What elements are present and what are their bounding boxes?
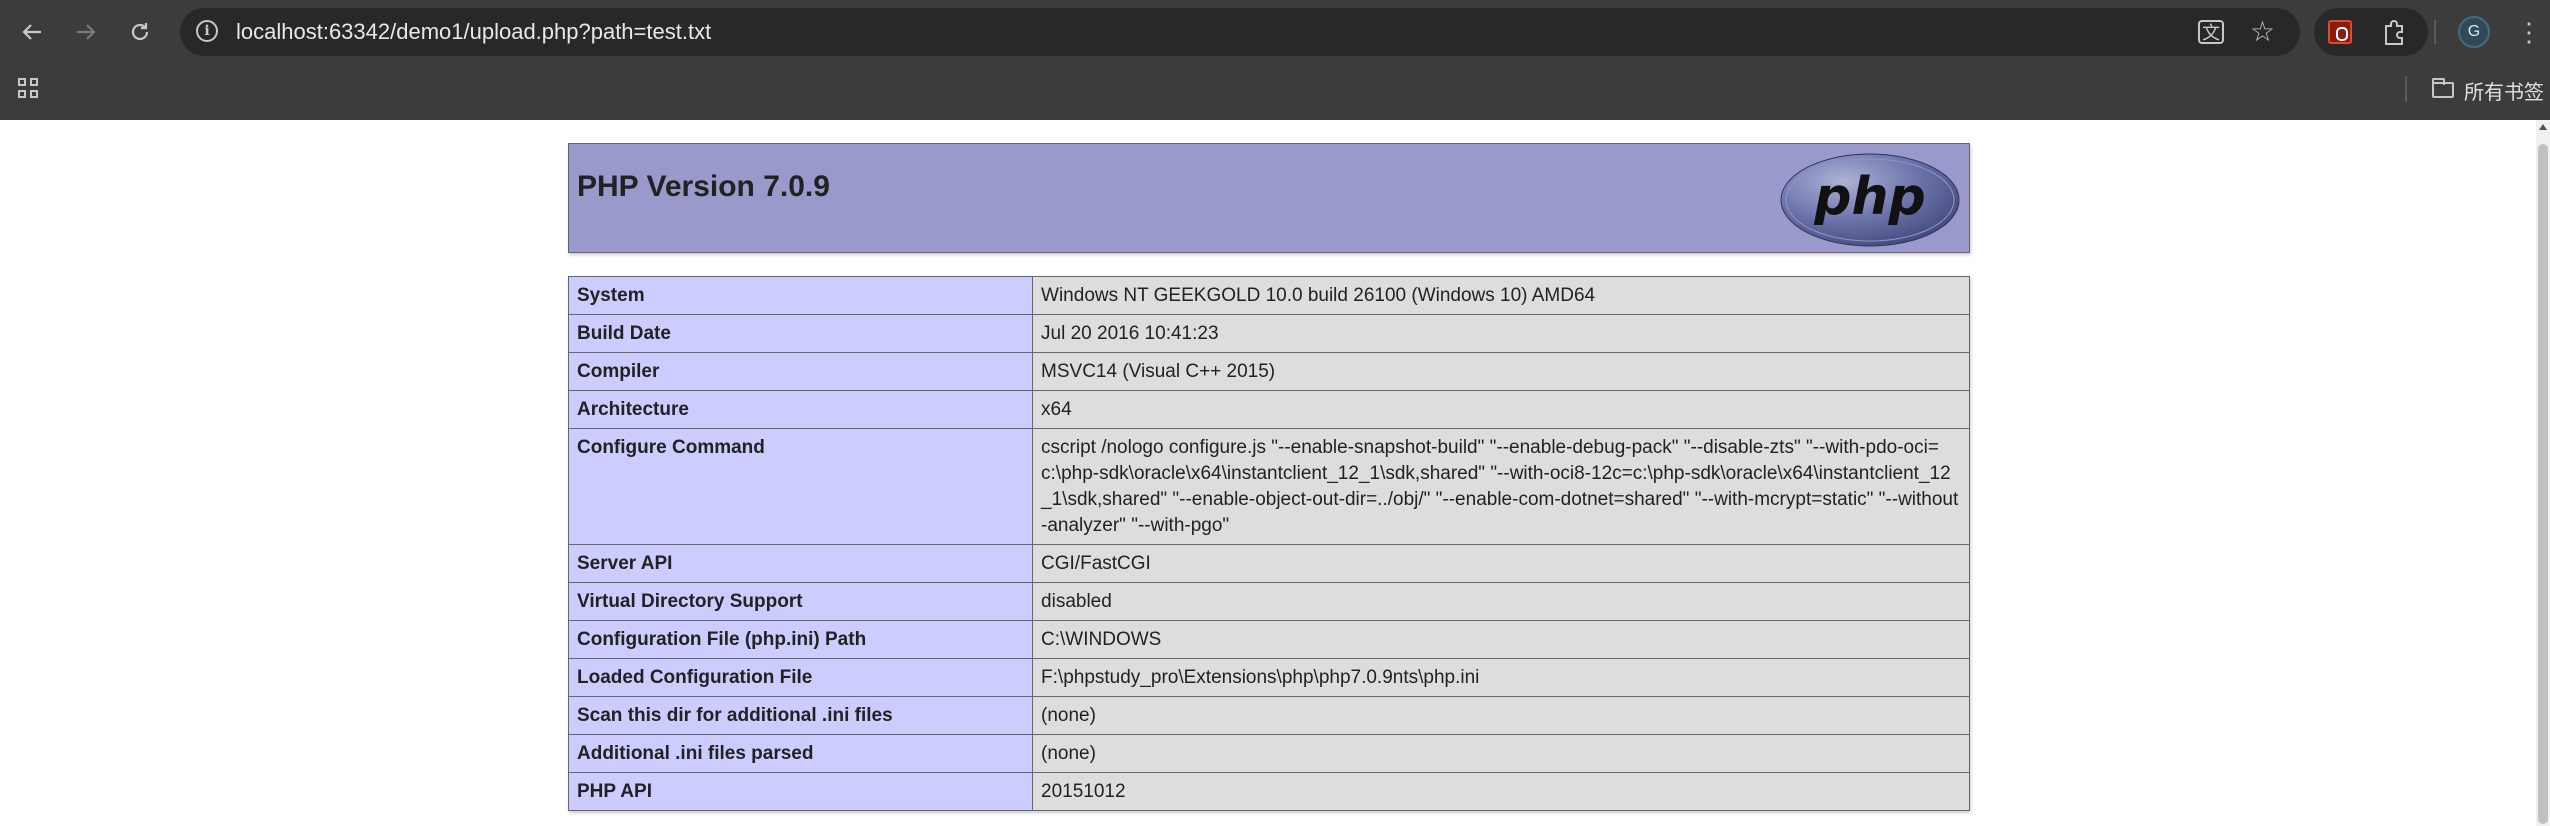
table-row: Configuration File (php.ini) Path C:\WIND… [567, 620, 1970, 659]
profile-avatar[interactable]: G [2458, 16, 2490, 48]
table-row: Server API CGI/FastCGI [567, 544, 1970, 583]
table-row: Additional .ini files parsed (none) [567, 734, 1970, 773]
row-value: MSVC14 (Visual C++ 2015) [1032, 352, 1970, 391]
row-value: CGI/FastCGI [1032, 544, 1970, 583]
row-value: C:\WINDOWS [1032, 620, 1970, 659]
row-value: x64 [1032, 390, 1970, 429]
all-bookmarks-button[interactable]: 所有书签 [2432, 72, 2544, 108]
row-key: Architecture [567, 390, 1034, 429]
row-value: F:\phpstudy_pro\Extensions\php\php7.0.9n… [1032, 658, 1970, 697]
browser-chrome: i localhost:63342/demo1/upload.php?path=… [0, 0, 2550, 120]
row-key: Configuration File (php.ini) Path [567, 620, 1034, 659]
row-value: Jul 20 2016 10:41:23 [1032, 314, 1970, 353]
row-key: Server API [567, 544, 1034, 583]
php-logo[interactable]: php [1779, 152, 1961, 248]
reload-button[interactable] [122, 14, 158, 50]
table-row: Loaded Configuration File F:\phpstudy_pro… [567, 658, 1970, 697]
row-value: 20151012 [1032, 772, 1970, 811]
reload-icon [131, 23, 149, 41]
row-key: Loaded Configuration File [567, 658, 1034, 697]
row-key: Build Date [567, 314, 1034, 353]
all-bookmarks-label: 所有书签 [2464, 81, 2544, 104]
row-value: cscript /nologo configure.js "--enable-s… [1032, 428, 1970, 545]
table-row: PHP API 20151012 [567, 772, 1970, 811]
apps-grid-icon[interactable] [18, 78, 40, 100]
back-button[interactable] [14, 14, 50, 50]
row-key: Compiler [567, 352, 1034, 391]
table-row: Virtual Directory Support disabled [567, 582, 1970, 621]
forward-button[interactable] [68, 14, 104, 50]
table-row: Compiler MSVC14 (Visual C++ 2015) [567, 352, 1970, 391]
php-header: PHP Version 7.0.9 php [568, 143, 1970, 253]
extension-icon[interactable] [2328, 20, 2352, 44]
table-row: System Windows NT GEEKGOLD 10.0 build 261… [567, 276, 1970, 315]
phpinfo-content: PHP Version 7.0.9 php System Windows NT G… [567, 143, 1970, 811]
row-value: disabled [1032, 582, 1970, 621]
table-row: Scan this dir for additional .ini files(… [567, 696, 1970, 735]
row-key: System [567, 276, 1034, 315]
arrow-left-icon [22, 24, 41, 40]
page-title: PHP Version 7.0.9 [577, 170, 830, 203]
extensions-area [2314, 8, 2428, 56]
puzzle-icon[interactable] [2382, 18, 2406, 46]
row-key: Additional .ini files parsed [567, 734, 1034, 773]
row-key: Scan this dir for additional .ini files [567, 696, 1034, 735]
php-logo-text: php [1813, 167, 1925, 227]
bookmarks-divider [2405, 76, 2407, 102]
page-scrollbar[interactable] [2536, 120, 2550, 826]
site-info-icon[interactable]: i [196, 20, 218, 42]
table-row: Build Date Jul 20 2016 10:41:23 [567, 314, 1970, 353]
arrow-right-icon [77, 24, 96, 40]
folder-icon [2432, 78, 2454, 98]
bookmark-star-icon[interactable]: ☆ [2250, 16, 2275, 48]
toolbar-divider [2434, 20, 2436, 44]
table-row: Architecture x64 [567, 390, 1970, 429]
address-bar[interactable]: i localhost:63342/demo1/upload.php?path=… [180, 8, 2300, 56]
more-menu-icon[interactable]: ⋮ [2516, 14, 2542, 50]
table-row: Configure Command cscript /nologo configu… [567, 428, 1970, 545]
scroll-up-icon[interactable] [2539, 124, 2547, 130]
bookmarks-bar: 所有书签 [0, 64, 2550, 120]
info-table: System Windows NT GEEKGOLD 10.0 build 261… [567, 276, 1970, 811]
browser-toolbar: i localhost:63342/demo1/upload.php?path=… [0, 0, 2550, 64]
row-key: Configure Command [567, 428, 1034, 545]
row-value: (none) [1032, 734, 1970, 773]
scrollbar-thumb[interactable] [2538, 144, 2548, 824]
row-key: PHP API [567, 772, 1034, 811]
translate-icon[interactable]: 文 [2198, 20, 2224, 44]
url-text[interactable]: localhost:63342/demo1/upload.php?path=te… [236, 8, 711, 56]
row-value: (none) [1032, 696, 1970, 735]
row-value: Windows NT GEEKGOLD 10.0 build 26100 (Wi… [1032, 276, 1970, 315]
page-viewport: PHP Version 7.0.9 php System Windows NT G… [0, 120, 2550, 826]
row-key: Virtual Directory Support [567, 582, 1034, 621]
